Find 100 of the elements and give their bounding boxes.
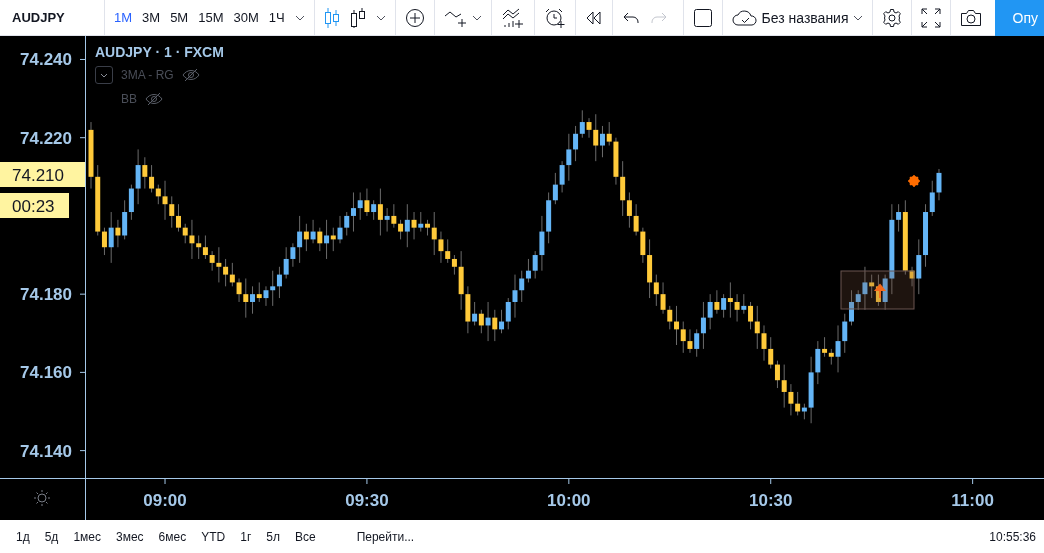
candlestick [431,211,437,256]
candlestick [263,285,269,307]
time-label: 09:00 [143,491,187,510]
candlestick [283,246,289,280]
time-label: 10:30 [749,491,793,510]
price-label: 74.240 [20,50,72,70]
candlestick [700,301,706,350]
candlestick [882,274,888,311]
interval-button[interactable]: 1M [109,6,138,29]
candlestick [539,215,545,272]
candlestick [505,297,511,330]
candlestick [364,188,370,217]
candlestick [896,203,902,233]
price-label: 74.220 [20,128,72,148]
symbol-label[interactable]: AUDJPY [0,10,100,25]
burst-marker-icon [907,174,921,188]
candlestick [519,270,525,303]
candlestick [525,258,531,283]
candlestick [653,274,659,307]
range-button[interactable]: YTD [201,529,233,544]
eye-crossed-icon[interactable] [181,69,200,81]
candlestick [128,184,134,221]
candlestick [209,250,215,272]
price-label: 74.180 [20,285,72,305]
candlestick [781,364,787,409]
candlestick [626,191,632,229]
range-button[interactable]: 5л [266,529,287,544]
candlestick [499,309,505,334]
candlestick [142,156,148,190]
last-price-label: 74.210 [12,166,64,185]
time-label: 10:00 [547,491,591,510]
goto-button[interactable]: Перейти... [356,529,415,544]
candlestick [848,289,854,326]
candlestick [748,301,754,330]
candlestick [694,328,700,358]
range-button[interactable]: 1д [16,529,37,544]
layout-name-button[interactable]: Без названия [726,4,868,31]
sun-icon[interactable] [33,489,51,507]
candlestick [687,328,693,354]
candlestick [115,219,121,248]
candlestick [216,246,222,283]
candlestick [108,211,114,264]
candlestick [256,281,262,303]
candlestick [512,274,518,319]
candlestick [223,258,229,287]
interval-button[interactable]: 15M [193,6,229,29]
candlestick [202,234,208,260]
caret-icon [852,14,863,21]
candlestick [862,266,868,311]
candlestick [445,238,451,264]
waves-bars-icon [500,6,525,29]
candlestick [842,313,848,354]
range-button[interactable]: 3мес [116,529,151,544]
camera-icon [959,8,982,27]
candlestick [680,321,686,354]
candlestick [175,203,181,233]
interval-button[interactable]: 30M [228,6,264,29]
candlestick [337,215,343,244]
range-button[interactable]: 6мес [158,529,194,544]
candlestick [606,121,612,147]
candlestick [929,180,935,217]
interval-button[interactable]: 3M [137,6,166,29]
candlestick [599,125,605,158]
plus-circle-icon [404,7,425,28]
eye-crossed-icon[interactable] [145,93,163,105]
candlestick [593,113,599,162]
candlestick [438,231,444,264]
candlestick [741,293,747,315]
candlestick [162,180,168,221]
settings-icon [881,7,902,28]
candlestick [774,360,780,389]
interval-button[interactable]: 5M [165,6,194,29]
candlestick [377,188,383,236]
candlestick [229,262,235,287]
candlestick [196,234,202,260]
range-button[interactable]: 5д [44,529,66,544]
candlestick [418,211,424,233]
range-button[interactable]: 1мес [73,529,108,544]
candlestick [485,301,491,342]
candlestick [169,195,175,229]
countdown-label: 00:23 [12,197,55,216]
candlestick [411,211,417,240]
range-button[interactable]: 1г [240,529,259,544]
candlestick [788,383,794,416]
interval-button[interactable]: 1Ч [263,6,290,29]
candlestick [552,172,558,205]
candlestick [135,148,141,205]
candlestick [404,203,410,248]
range-button[interactable]: Все [294,529,323,544]
candlestick [869,274,875,299]
candlestick [620,160,626,217]
candlestick [384,207,390,233]
fullscreen-icon [920,7,941,28]
candlestick [754,305,760,350]
candlestick [350,191,356,233]
candlestick [721,293,727,319]
caret-icon [375,14,386,21]
square-icon [692,7,713,28]
candlestick [149,164,155,193]
candlestick [640,227,646,264]
